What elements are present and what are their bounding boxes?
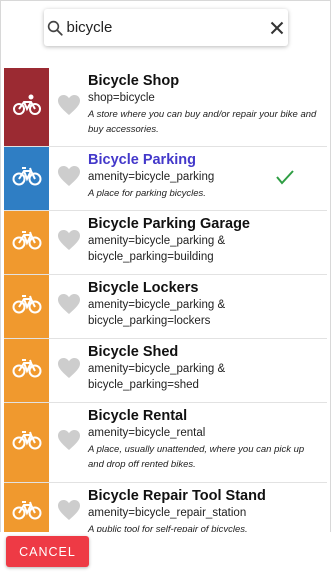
heart-icon: [57, 293, 81, 320]
favorite-button[interactable]: [49, 211, 88, 274]
preset-description: A store where you can buy and/or repair …: [88, 109, 317, 135]
preset-tag: amenity=bicycle_rental: [88, 427, 206, 439]
list-item-bicycle-lockers[interactable]: Bicycle Lockers amenity=bicycle_parking …: [4, 275, 327, 339]
preset-tag: shop=bicycle: [88, 92, 155, 104]
bicycle-rider-icon: [12, 93, 42, 122]
close-icon[interactable]: [266, 21, 289, 35]
heart-icon: [57, 94, 81, 121]
heart-icon: [57, 165, 81, 192]
favorite-button[interactable]: [49, 147, 88, 210]
bicycle-icon: [12, 230, 42, 255]
bicycle-icon: [12, 430, 42, 455]
footer-bar: CANCEL: [0, 532, 331, 579]
preset-swatch: [4, 339, 49, 402]
list-item-bicycle-shop[interactable]: Bicycle Shop shop=bicycle A store where …: [4, 68, 327, 147]
favorite-button[interactable]: [49, 275, 88, 338]
bicycle-icon: [12, 358, 42, 383]
favorite-button[interactable]: [49, 483, 88, 532]
preset-swatch: [4, 147, 49, 210]
preset-description: A public tool for self-repair of bicycle…: [88, 524, 248, 532]
preset-swatch: [4, 483, 49, 532]
heart-icon: [57, 499, 81, 526]
preset-tag-secondary: bicycle_parking=shed: [88, 379, 199, 391]
preset-tag: amenity=bicycle_parking &: [88, 235, 226, 247]
list-item-bicycle-parking[interactable]: Bicycle Parking amenity=bicycle_parking …: [4, 147, 327, 211]
preset-tag: amenity=bicycle_repair_station: [88, 507, 247, 519]
preset-tag: amenity=bicycle_parking &: [88, 299, 226, 311]
preset-description: A place, usually unattended, where you c…: [88, 444, 305, 470]
checkmark-icon: [275, 169, 295, 190]
favorite-button[interactable]: [49, 68, 88, 146]
list-item-bicycle-shed[interactable]: Bicycle Shed amenity=bicycle_parking & b…: [4, 339, 327, 403]
preset-swatch: [4, 211, 49, 274]
favorite-button[interactable]: [49, 339, 88, 402]
preset-tag: amenity=bicycle_parking &: [88, 363, 226, 375]
bicycle-icon: [12, 500, 42, 525]
preset-title: Bicycle Repair Tool Stand: [88, 488, 266, 504]
preset-title: Bicycle Parking Garage: [88, 216, 250, 232]
search-icon: [44, 19, 67, 37]
preset-swatch: [4, 68, 49, 146]
heart-icon: [57, 429, 81, 456]
preset-tag-secondary: bicycle_parking=building: [88, 251, 214, 263]
list-item-bicycle-parking-garage[interactable]: Bicycle Parking Garage amenity=bicycle_p…: [4, 211, 327, 275]
preset-title: Bicycle Shed: [88, 344, 179, 360]
heart-icon: [57, 229, 81, 256]
preset-swatch: [4, 403, 49, 482]
search-input[interactable]: [66, 9, 266, 46]
bicycle-icon: [12, 294, 42, 319]
cancel-button[interactable]: CANCEL: [6, 536, 89, 567]
list-item-bicycle-rental[interactable]: Bicycle Rental amenity=bicycle_rental A …: [4, 403, 327, 483]
preset-title: Bicycle Lockers: [88, 280, 199, 296]
preset-title: Bicycle Rental: [88, 408, 188, 424]
preset-title: Bicycle Parking: [88, 152, 196, 168]
preset-list: Bicycle Shop shop=bicycle A store where …: [4, 68, 327, 532]
preset-swatch: [4, 275, 49, 338]
preset-tag-secondary: bicycle_parking=lockers: [88, 315, 211, 327]
bicycle-icon: [12, 166, 42, 191]
search-bar: [44, 9, 288, 46]
favorite-button[interactable]: [49, 403, 88, 482]
heart-icon: [57, 357, 81, 384]
preset-title: Bicycle Shop: [88, 73, 180, 89]
list-item-bicycle-repair-tool-stand[interactable]: Bicycle Repair Tool Stand amenity=bicycl…: [4, 483, 327, 532]
